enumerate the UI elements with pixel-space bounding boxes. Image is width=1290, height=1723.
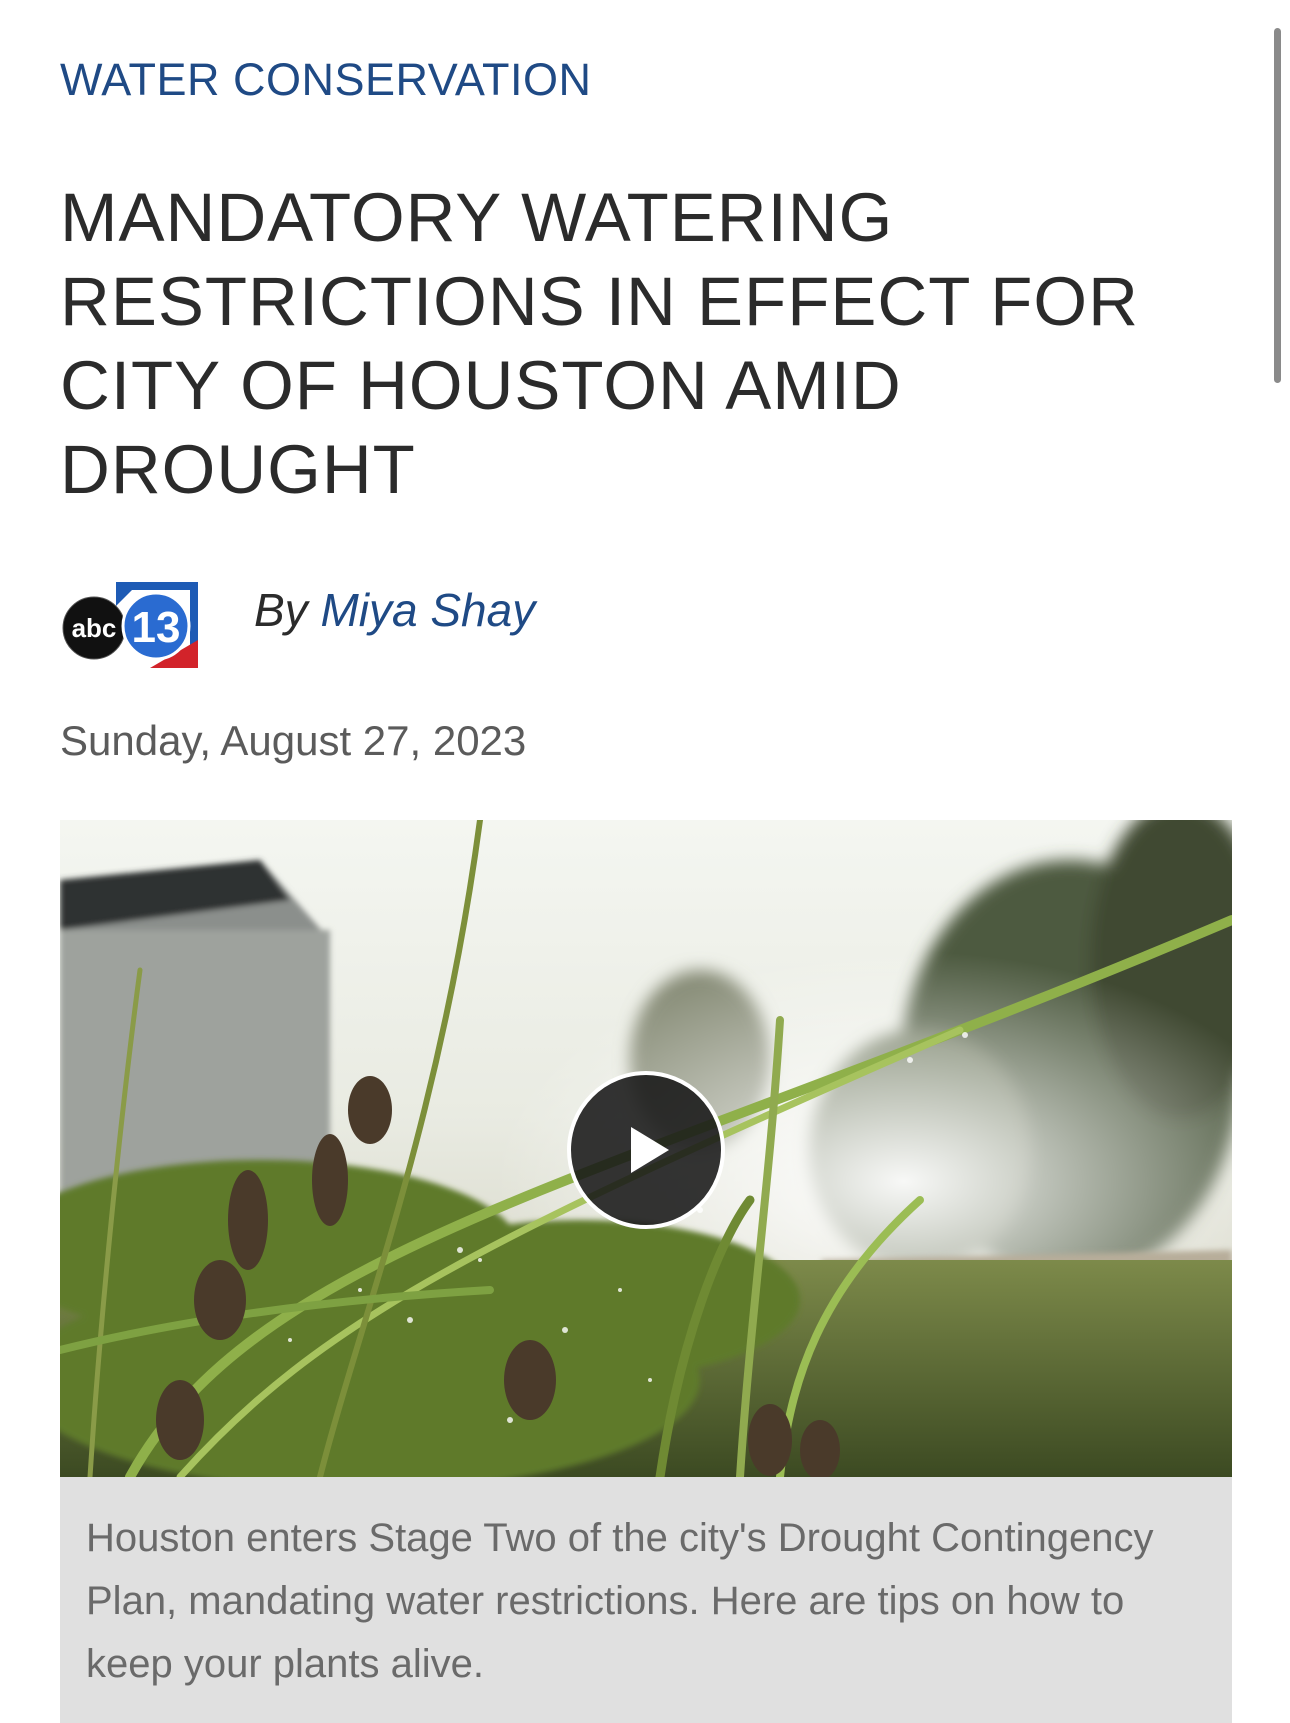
byline-prefix: By <box>254 584 308 636</box>
byline: By Miya Shay <box>254 580 535 640</box>
scrollbar[interactable] <box>1274 28 1281 383</box>
author-link[interactable]: Miya Shay <box>320 584 535 636</box>
video-player[interactable] <box>60 820 1232 1477</box>
abc13-logo-icon: abc 13 <box>60 580 203 672</box>
video-caption: Houston enters Stage Two of the city's D… <box>60 1477 1232 1723</box>
category-link[interactable]: WATER CONSERVATION <box>60 50 592 110</box>
publish-date: Sunday, August 27, 2023 <box>60 717 527 764</box>
svg-text:13: 13 <box>132 603 181 652</box>
article-page: WATER CONSERVATION MANDATORY WATERING RE… <box>0 0 1290 1723</box>
svg-text:abc: abc <box>72 613 117 643</box>
play-button[interactable] <box>567 1071 725 1229</box>
play-icon <box>631 1127 669 1173</box>
article-headline: MANDATORY WATERING RESTRICTIONS IN EFFEC… <box>60 179 1139 508</box>
